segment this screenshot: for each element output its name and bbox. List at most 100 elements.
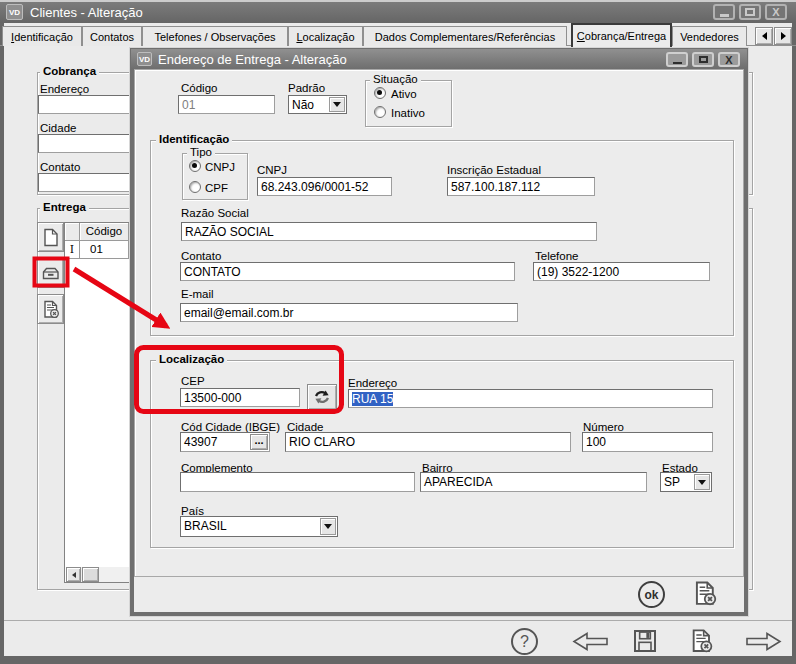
- dialog-title: Endereço de Entrega - Alteração: [158, 52, 347, 67]
- contato-input[interactable]: CONTATO: [180, 262, 515, 281]
- close-icon: X: [772, 7, 779, 17]
- tab-localizacao[interactable]: Localização: [288, 26, 363, 46]
- selected-text: RUA 15: [352, 392, 393, 406]
- entrega-new-button[interactable]: [37, 222, 64, 252]
- cobranca-group-label: Cobrança: [40, 65, 99, 78]
- dropdown-button[interactable]: [329, 97, 345, 112]
- close-icon: X: [725, 55, 732, 65]
- ibeam-cursor-icon: I: [65, 241, 80, 259]
- tab-telefones-observacoes[interactable]: Telefones / Observações: [142, 26, 288, 46]
- razao-social-input[interactable]: RAZÃO SOCIAL: [181, 222, 597, 241]
- dialog-body: Código 01 Padrão Não Situação Ativo Inat…: [134, 69, 744, 612]
- dialog-cancel-button[interactable]: [690, 579, 719, 608]
- dropdown-arrow-icon: [324, 524, 332, 529]
- help-button[interactable]: ?: [511, 628, 538, 655]
- numero-input[interactable]: 100: [582, 432, 713, 452]
- screen: { "app": {"title": "Clientes - Alteração…: [0, 0, 796, 664]
- bairro-input[interactable]: APARECIDA: [420, 472, 647, 492]
- inscricao-estadual-input[interactable]: 587.100.187.112: [447, 177, 595, 196]
- radio-cpf-label: CPF: [205, 182, 228, 195]
- radio-ativo[interactable]: [374, 87, 386, 99]
- telefone-input[interactable]: (19) 3522-1200: [533, 262, 710, 281]
- hscroll-thumb[interactable]: [82, 567, 99, 582]
- dialog-logo-icon: VD: [137, 52, 152, 66]
- inscricao-estadual-label: Inscrição Estadual: [447, 164, 541, 177]
- pais-combobox[interactable]: BRASIL: [180, 516, 338, 537]
- dialog-endereco-entrega: VD Endereço de Entrega - Alteração X Cód…: [130, 48, 748, 616]
- forward-button[interactable]: [744, 631, 783, 652]
- forward-arrow-icon: [744, 631, 783, 652]
- help-icon: ?: [520, 633, 529, 651]
- razao-social-label: Razão Social: [181, 207, 249, 220]
- window-title: Clientes - Alteração: [30, 5, 143, 20]
- dropdown-arrow-icon: [698, 480, 706, 485]
- grid-header-codigo: Código: [80, 223, 129, 241]
- new-doc-icon: [40, 227, 61, 248]
- ellipsis-icon: ...: [254, 434, 263, 446]
- tipo-group-label: Tipo: [187, 146, 215, 159]
- entrega-cancel-button[interactable]: [37, 294, 64, 324]
- left-scroll-icon: [762, 32, 767, 40]
- padrao-combobox[interactable]: Não: [288, 95, 347, 114]
- email-input[interactable]: email@email.com.br: [180, 303, 518, 322]
- tab-contatos[interactable]: Contatos: [82, 26, 142, 46]
- codigo-label: Código: [181, 82, 217, 95]
- radio-cpf[interactable]: [189, 181, 201, 193]
- entrega-group-label: Entrega: [40, 201, 89, 214]
- cep-input[interactable]: 13500-000: [180, 388, 300, 407]
- localizacao-group-label: Localização: [156, 353, 227, 366]
- open-tray-icon: [40, 263, 61, 284]
- maximize-icon: [699, 56, 708, 63]
- cep-search-button[interactable]: [307, 384, 337, 410]
- endereco-input[interactable]: RUA 15: [348, 389, 713, 408]
- tab-dados-complementares[interactable]: Dados Complementares/Referências: [363, 26, 567, 46]
- save-button[interactable]: [631, 627, 659, 655]
- identificacao-group-label: Identificação: [156, 133, 232, 146]
- dialog-maximize-button[interactable]: [692, 52, 714, 67]
- window-border-left: [0, 23, 4, 656]
- minimize-button[interactable]: [713, 4, 735, 20]
- minimize-icon: [673, 62, 682, 64]
- tab-scroll-right-button[interactable]: [774, 27, 792, 45]
- estado-combobox[interactable]: SP: [660, 472, 712, 492]
- dropdown-arrow-icon: [333, 102, 341, 107]
- cancel-doc-icon: [40, 299, 61, 320]
- cidade-input[interactable]: RIO CLARO: [285, 432, 571, 452]
- maximize-icon: [745, 8, 755, 16]
- tab-scroll-left-button[interactable]: [755, 27, 773, 45]
- grid-cell-codigo[interactable]: 01: [80, 241, 129, 259]
- grid-header-indicator: [65, 223, 80, 241]
- ok-button[interactable]: ok: [638, 581, 665, 608]
- right-scroll-icon: [781, 32, 786, 40]
- tab-vendedores[interactable]: Vendedores: [672, 26, 747, 46]
- hscroll-left-button[interactable]: [66, 567, 81, 582]
- ok-icon: ok: [644, 588, 658, 602]
- maximize-button[interactable]: [739, 4, 761, 20]
- tab-identificacao[interactable]: Identificação: [2, 26, 82, 46]
- dialog-minimize-button[interactable]: [666, 52, 688, 67]
- radio-inativo[interactable]: [374, 106, 386, 118]
- complemento-input[interactable]: [180, 472, 415, 492]
- dropdown-button[interactable]: [320, 518, 336, 535]
- dropdown-button[interactable]: [694, 474, 710, 490]
- main-titlebar: VD Clientes - Alteração X: [0, 2, 796, 23]
- minimize-icon: [720, 14, 729, 17]
- back-button[interactable]: [571, 631, 610, 652]
- left-scroll-icon: [72, 572, 76, 578]
- entrega-open-button[interactable]: [37, 258, 64, 288]
- window-border-bottom: [0, 656, 796, 664]
- codigo-input[interactable]: 01: [178, 95, 275, 114]
- dialog-close-button[interactable]: X: [718, 52, 740, 67]
- close-button[interactable]: X: [765, 4, 787, 20]
- cod-cidade-lookup-button[interactable]: ...: [250, 434, 268, 450]
- tab-cobranca-entrega[interactable]: Cobrança/Entrega: [571, 23, 672, 47]
- window-border-right: [792, 23, 796, 656]
- cancel-doc-icon: [687, 627, 715, 655]
- cnpj-input[interactable]: 68.243.096/0001-52: [257, 177, 392, 196]
- situacao-group-label: Situação: [370, 73, 421, 86]
- radio-cnpj[interactable]: [189, 160, 201, 172]
- dialog-titlebar: VD Endereço de Entrega - Alteração X: [131, 49, 747, 69]
- cancel-doc-icon: [690, 579, 719, 608]
- cancel-button[interactable]: [687, 627, 715, 655]
- padrao-label: Padrão: [288, 82, 325, 95]
